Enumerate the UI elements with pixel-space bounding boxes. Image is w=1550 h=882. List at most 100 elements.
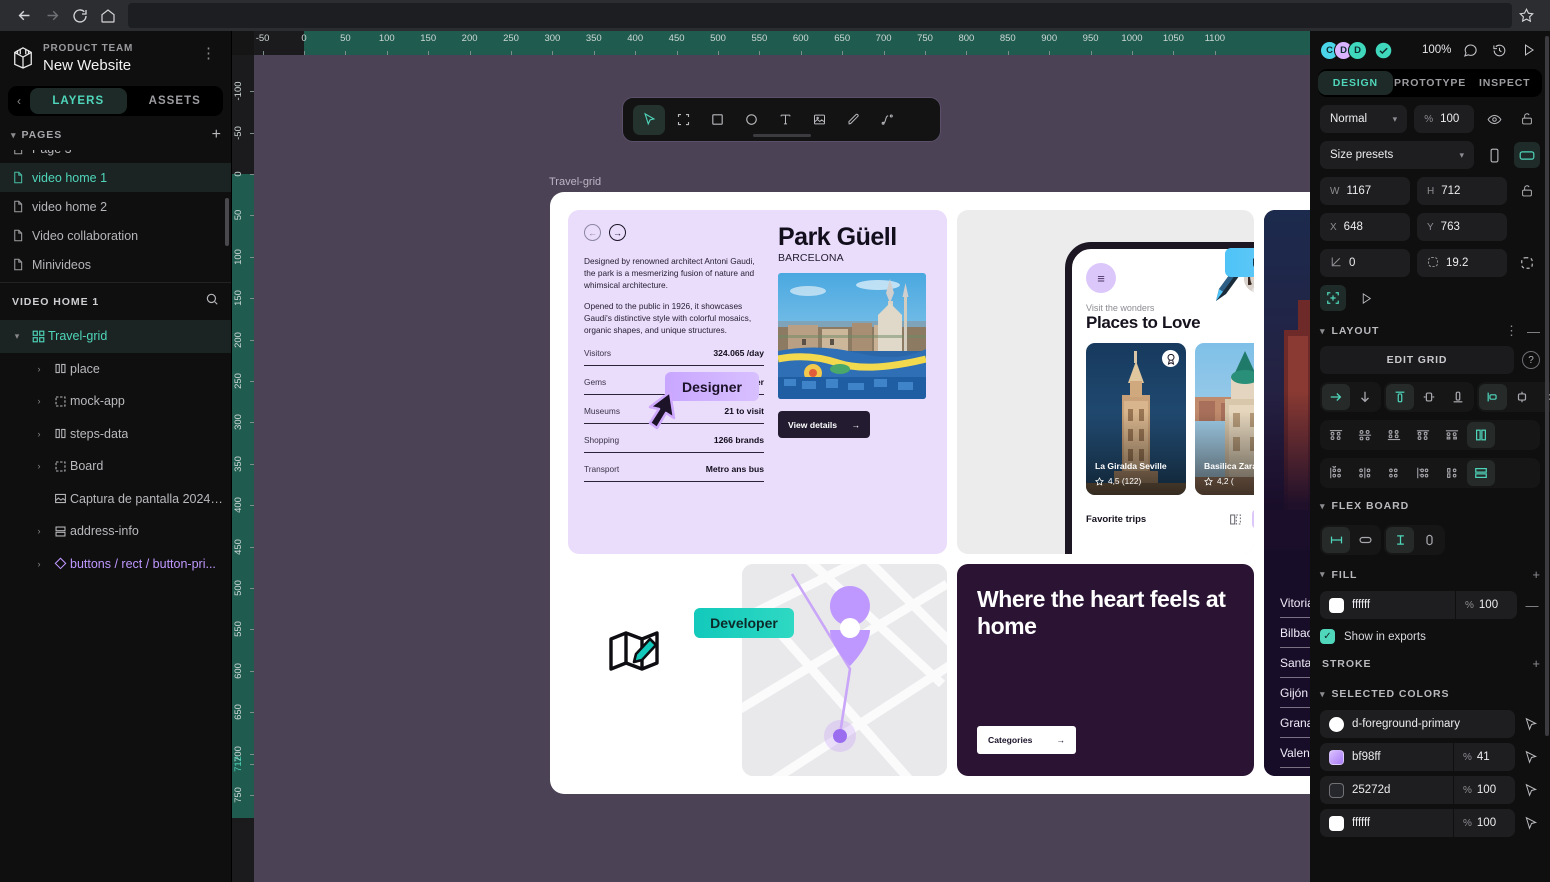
wrap-4-icon[interactable] xyxy=(1409,460,1437,486)
mock-app-card[interactable]: ≡ xyxy=(957,210,1254,554)
selected-color-field[interactable]: ffffff % 100 xyxy=(1320,809,1515,837)
remove-fill-button[interactable]: — xyxy=(1524,598,1540,613)
layer-row-place[interactable]: › place xyxy=(0,353,231,386)
place-card[interactable]: Basilica Zaragoza 4,2 ( xyxy=(1195,343,1254,495)
hug-width-icon[interactable] xyxy=(1322,527,1350,553)
width-field[interactable]: W 1167 xyxy=(1320,177,1410,205)
place-card[interactable]: La Giralda Seville 4,5 (122) xyxy=(1086,343,1186,495)
dist-6-icon[interactable] xyxy=(1467,422,1495,448)
rectangle-icon[interactable] xyxy=(701,105,733,135)
home-icon[interactable] xyxy=(94,2,122,30)
landscape-icon[interactable] xyxy=(1514,142,1540,168)
history-icon[interactable] xyxy=(1489,43,1511,58)
play-icon[interactable] xyxy=(1353,285,1379,311)
wrap-2-icon[interactable] xyxy=(1351,460,1379,486)
ellipse-icon[interactable] xyxy=(735,105,767,135)
layout-title[interactable]: ▾ LAYOUT xyxy=(1320,325,1379,337)
comment-icon[interactable] xyxy=(1459,43,1481,58)
pages-scrollbar[interactable] xyxy=(225,198,229,246)
dist-5-icon[interactable] xyxy=(1438,422,1466,448)
align-top-icon[interactable] xyxy=(1386,384,1414,410)
list-item[interactable]: video home 1 xyxy=(0,163,231,192)
map-card[interactable] xyxy=(742,564,947,776)
size-presets-select[interactable]: Size presets ▾ xyxy=(1320,141,1474,169)
park-guell-card[interactable]: ← → Designed by renowned architect Anton… xyxy=(568,210,947,554)
pages-title[interactable]: ▾ PAGES xyxy=(11,129,62,141)
wrap-6-icon[interactable] xyxy=(1467,460,1495,486)
layer-row-button-component[interactable]: › buttons / rect / button-pri... xyxy=(0,548,231,581)
show-in-exports-row[interactable]: ✓ Show in exports xyxy=(1320,629,1540,644)
height-field[interactable]: H 712 xyxy=(1417,177,1507,205)
reload-icon[interactable] xyxy=(66,2,94,30)
frame-label[interactable]: Travel-grid xyxy=(549,176,601,188)
dist-1-icon[interactable] xyxy=(1322,422,1350,448)
plus-icon[interactable]: + xyxy=(1532,567,1540,582)
frame-icon[interactable] xyxy=(667,105,699,135)
color-swatch[interactable] xyxy=(1329,717,1344,732)
twisty-closed-icon[interactable]: › xyxy=(28,461,50,471)
help-icon[interactable]: ? xyxy=(1522,351,1540,369)
list-item[interactable]: Minivideos xyxy=(0,250,231,279)
twisty-closed-icon[interactable]: › xyxy=(28,364,50,374)
tab-design[interactable]: DESIGN xyxy=(1318,71,1393,95)
dist-2-icon[interactable] xyxy=(1351,422,1379,448)
selected-colors-title[interactable]: ▾ SELECTED COLORS xyxy=(1320,688,1450,700)
right-panel-scrollbar[interactable] xyxy=(1545,36,1549,736)
play-icon[interactable] xyxy=(1518,43,1540,57)
color-swatch[interactable] xyxy=(1329,783,1344,798)
path-icon[interactable] xyxy=(871,105,903,135)
blend-mode-select[interactable]: Normal ▾ xyxy=(1320,105,1407,133)
plus-icon[interactable]: + xyxy=(1532,656,1540,671)
color-swatch[interactable] xyxy=(1329,750,1344,765)
color-swatch[interactable] xyxy=(1329,598,1344,613)
tab-inspect[interactable]: INSPECT xyxy=(1467,71,1542,95)
text-icon[interactable] xyxy=(769,105,801,135)
hug-height-icon[interactable] xyxy=(1386,527,1414,553)
file-name[interactable]: New Website xyxy=(43,57,187,74)
layer-row-steps-data[interactable]: › steps-data xyxy=(0,418,231,451)
dist-3-icon[interactable] xyxy=(1380,422,1408,448)
check-circle-icon[interactable] xyxy=(1375,42,1392,59)
twisty-closed-icon[interactable]: › xyxy=(28,559,50,569)
canvas-area[interactable]: -500501001502002503003504004505005506006… xyxy=(232,31,1310,882)
chevron-left-icon[interactable]: ‹ xyxy=(8,94,30,108)
dist-4-icon[interactable] xyxy=(1409,422,1437,448)
layer-row-travel-grid[interactable]: ▾ Travel-grid xyxy=(0,320,231,353)
arrow-right-circle-icon[interactable]: → xyxy=(609,224,626,241)
star-icon[interactable] xyxy=(1512,2,1540,30)
arrow-down-icon[interactable] xyxy=(1351,384,1379,410)
split-view-icon[interactable] xyxy=(1224,509,1246,529)
artboard[interactable]: ← → Designed by renowned architect Anton… xyxy=(550,192,1310,794)
x-field[interactable]: X 648 xyxy=(1320,213,1410,241)
kebab-menu-icon[interactable]: ⋮ xyxy=(1505,323,1518,339)
cursor-icon[interactable] xyxy=(1522,783,1540,797)
pencil-icon[interactable] xyxy=(837,105,869,135)
justify-center-icon[interactable] xyxy=(1508,384,1536,410)
rotation-field[interactable]: 0 xyxy=(1320,249,1410,277)
address-bar[interactable] xyxy=(128,3,1512,28)
cursor-icon[interactable] xyxy=(1522,717,1540,731)
color-swatch[interactable] xyxy=(1329,816,1344,831)
search-icon[interactable] xyxy=(205,292,219,311)
portrait-icon[interactable] xyxy=(1481,142,1507,168)
twisty-closed-icon[interactable]: › xyxy=(28,526,50,536)
list-item[interactable]: Video collaboration xyxy=(0,221,231,250)
arrow-right-icon[interactable] xyxy=(1322,384,1350,410)
tab-layers[interactable]: LAYERS xyxy=(30,88,127,114)
list-item[interactable]: video home 2 xyxy=(0,192,231,221)
twisty-open-icon[interactable]: ▾ xyxy=(6,331,28,342)
layer-row-mock-app[interactable]: › mock-app xyxy=(0,385,231,418)
cursor-icon[interactable] xyxy=(633,105,665,135)
design-canvas[interactable]: Travel-grid ← → Designed by renowned arc… xyxy=(254,55,1310,882)
fill-color-field[interactable]: ffffff % 100 xyxy=(1320,591,1517,619)
hamburger-icon[interactable]: ≡ xyxy=(1086,263,1116,293)
back-arrow-icon[interactable] xyxy=(10,2,38,30)
cursor-icon[interactable] xyxy=(1522,750,1540,764)
cursor-icon[interactable] xyxy=(1522,816,1540,830)
corner-radius-field[interactable]: 19.2 xyxy=(1417,249,1507,277)
justify-start-icon[interactable] xyxy=(1479,384,1507,410)
list-item[interactable]: Page 3 xyxy=(0,150,231,163)
heart-card[interactable]: Where the heart feels at home Categories… xyxy=(957,564,1254,776)
lock-proportions-icon[interactable] xyxy=(1514,178,1540,204)
categories-button[interactable]: Categories → xyxy=(977,726,1076,754)
